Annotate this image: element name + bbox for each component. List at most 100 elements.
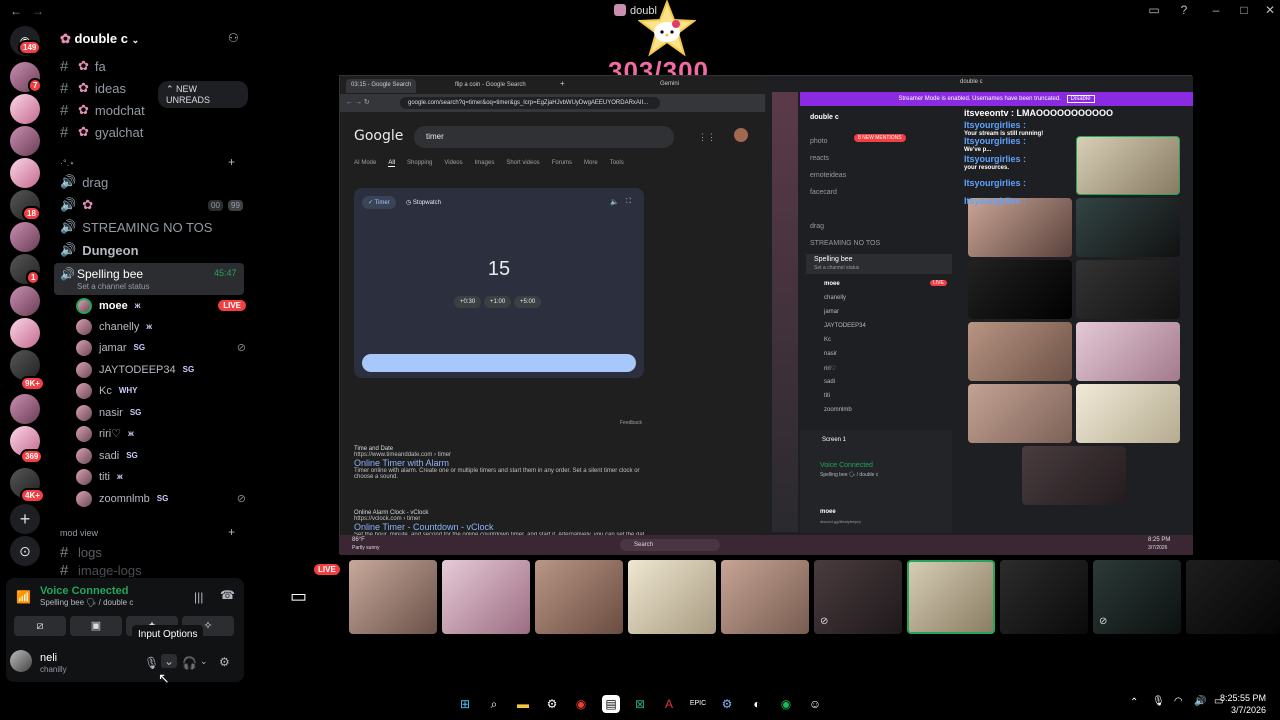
channel-status[interactable]: Set a channel status bbox=[77, 282, 150, 291]
result-title[interactable]: Online Timer with Alarm bbox=[354, 458, 644, 468]
headphones-icon[interactable]: 🎧 bbox=[182, 656, 197, 670]
stream-tile[interactable]: LIVE ▭ bbox=[256, 560, 344, 634]
settings-gear-icon[interactable]: ⚙ bbox=[219, 655, 230, 669]
participant-tile[interactable] bbox=[628, 560, 716, 634]
share-screen-button[interactable]: ▣ bbox=[70, 616, 122, 636]
feedback-link[interactable]: Feedback bbox=[620, 420, 642, 426]
server-icon[interactable] bbox=[10, 286, 40, 316]
close-icon[interactable]: ✕ bbox=[1262, 3, 1278, 19]
tab-short-videos[interactable]: Short videos bbox=[506, 160, 539, 167]
add-1m-button[interactable]: +1:00 bbox=[484, 296, 512, 308]
voice-location[interactable]: Spelling bee 🗣 / double c bbox=[40, 598, 133, 607]
mentions-pill[interactable]: 8 NEW MENTIONS bbox=[854, 134, 906, 142]
voice-member[interactable]: riri♡ ж bbox=[76, 423, 246, 444]
avatar[interactable] bbox=[734, 128, 748, 142]
camera-off-button[interactable]: ⧄ bbox=[14, 616, 66, 636]
back-arrow-icon[interactable]: ← bbox=[10, 4, 22, 18]
server-icon[interactable] bbox=[10, 318, 40, 348]
video-tile[interactable] bbox=[968, 260, 1072, 319]
epic-games-icon[interactable]: EPIC bbox=[689, 695, 707, 713]
tray-chevron-icon[interactable]: ⌃ bbox=[1130, 697, 1138, 708]
disconnect-icon[interactable]: ☎ bbox=[220, 588, 235, 602]
gemini-button[interactable]: Gemini bbox=[660, 81, 679, 87]
tab-ai-mode[interactable]: AI Mode bbox=[354, 160, 376, 167]
add-5m-button[interactable]: +5:00 bbox=[514, 296, 542, 308]
video-tile[interactable] bbox=[1076, 260, 1180, 319]
signal-icon[interactable]: 📶 bbox=[16, 590, 31, 604]
participant-tile[interactable]: ⊘ bbox=[814, 560, 902, 634]
voice-member[interactable]: moee ж LIVE bbox=[76, 295, 246, 316]
tab-forums[interactable]: Forums bbox=[552, 160, 572, 167]
file-explorer-icon[interactable]: ▬ bbox=[514, 695, 532, 713]
voice-channel-item[interactable]: 🔊 Dungeon bbox=[56, 239, 244, 261]
soundboard-icon[interactable]: ||| bbox=[194, 590, 203, 604]
notepad-icon[interactable]: ▤ bbox=[602, 695, 620, 713]
video-tile[interactable] bbox=[968, 384, 1072, 443]
forward-arrow-icon[interactable]: → bbox=[32, 4, 44, 18]
video-tile[interactable] bbox=[968, 198, 1072, 257]
add-member-icon[interactable]: ⚇ bbox=[228, 31, 239, 45]
voice-status[interactable]: Voice Connected bbox=[40, 585, 128, 597]
voice-member[interactable]: sadi SG bbox=[76, 445, 246, 466]
voice-member[interactable]: jamar SG ⊘ bbox=[76, 337, 246, 358]
result-title[interactable]: Online Timer - Countdown - vClock bbox=[354, 522, 644, 532]
participant-tile[interactable] bbox=[535, 560, 623, 634]
timer-value[interactable]: 15 bbox=[354, 258, 644, 281]
output-options-chevron-icon[interactable]: ⌄ bbox=[200, 656, 208, 667]
wifi-icon[interactable]: ◠ bbox=[1174, 696, 1183, 707]
server-icon[interactable] bbox=[10, 126, 40, 156]
channel-item[interactable]: # image-logs bbox=[56, 563, 244, 577]
channel-item[interactable]: # ✿ gyalchat bbox=[56, 121, 244, 143]
tab-more[interactable]: More bbox=[584, 160, 598, 167]
voice-member[interactable]: JAYTODEEP34 SG bbox=[76, 359, 246, 380]
voice-member[interactable]: Kc WHY bbox=[76, 380, 246, 401]
chrome-icon[interactable]: ◉ bbox=[572, 695, 590, 713]
disable-button[interactable]: Disable bbox=[1066, 95, 1095, 103]
explore-icon[interactable]: ⊙ bbox=[10, 536, 40, 566]
microphone-icon[interactable]: 🎙 bbox=[144, 656, 159, 670]
tab-videos[interactable]: Videos bbox=[444, 160, 462, 167]
start-icon[interactable]: ⊞ bbox=[456, 695, 474, 713]
video-tile[interactable] bbox=[1022, 446, 1126, 505]
stopwatch-tab[interactable]: ◷ Stopwatch bbox=[406, 199, 441, 206]
participant-tile[interactable] bbox=[442, 560, 530, 634]
apps-grid-icon[interactable]: ⋮⋮ bbox=[698, 132, 716, 143]
steam-icon[interactable]: ⚙ bbox=[718, 695, 736, 713]
participant-tile[interactable]: ⊘ bbox=[1093, 560, 1181, 634]
settings-icon[interactable]: ⚙ bbox=[543, 695, 561, 713]
participant-tile[interactable] bbox=[907, 560, 995, 634]
video-tile[interactable] bbox=[1076, 198, 1180, 257]
timer-tab[interactable]: ✓ Timer bbox=[362, 196, 396, 209]
participant-tile[interactable] bbox=[349, 560, 437, 634]
participant-tile[interactable] bbox=[1186, 560, 1280, 634]
new-unreads-pill[interactable]: ⌃ NEW UNREADS bbox=[158, 81, 248, 108]
video-tile[interactable] bbox=[1076, 384, 1180, 443]
inbox-icon[interactable]: ▭ bbox=[1146, 3, 1162, 19]
maximize-icon[interactable]: □ bbox=[1236, 3, 1252, 19]
help-icon[interactable]: ? bbox=[1176, 3, 1192, 19]
tab-images[interactable]: Images bbox=[475, 160, 495, 167]
participant-tile[interactable] bbox=[721, 560, 809, 634]
discord-icon[interactable]: ☺ bbox=[806, 695, 824, 713]
input-options-chevron-icon[interactable]: ⌄ bbox=[161, 654, 178, 668]
voice-member[interactable]: chanelly ж bbox=[76, 316, 246, 337]
participant-tile[interactable] bbox=[1000, 560, 1088, 634]
voice-member[interactable]: titi ж bbox=[76, 466, 246, 487]
search-result[interactable]: Online Alarm Clock - vClock https://vclo… bbox=[354, 510, 644, 538]
add-channel-icon[interactable]: + bbox=[228, 155, 235, 169]
start-button[interactable] bbox=[362, 354, 636, 372]
server-icon[interactable] bbox=[10, 94, 40, 124]
voice-channel-item[interactable]: 🔊 STREAMING NO TOS bbox=[56, 216, 244, 238]
new-tab-icon[interactable]: + bbox=[560, 79, 565, 88]
channel-item[interactable]: # logs bbox=[56, 541, 244, 563]
capcut-icon[interactable]: ◐ bbox=[748, 695, 766, 713]
server-header[interactable]: ✿ double c ⌄ bbox=[50, 22, 248, 54]
voice-member[interactable]: nasir SG bbox=[76, 402, 246, 423]
search-icon[interactable]: ⌕ bbox=[485, 695, 503, 713]
server-icon[interactable] bbox=[10, 222, 40, 252]
search-result[interactable]: Time and Date https://www.timeanddate.co… bbox=[354, 446, 644, 480]
browser-tab[interactable]: flip a coin - Google Search bbox=[450, 79, 531, 93]
tab-shopping[interactable]: Shopping bbox=[407, 160, 432, 167]
server-icon[interactable] bbox=[10, 158, 40, 188]
tab-all[interactable]: All bbox=[388, 160, 396, 167]
